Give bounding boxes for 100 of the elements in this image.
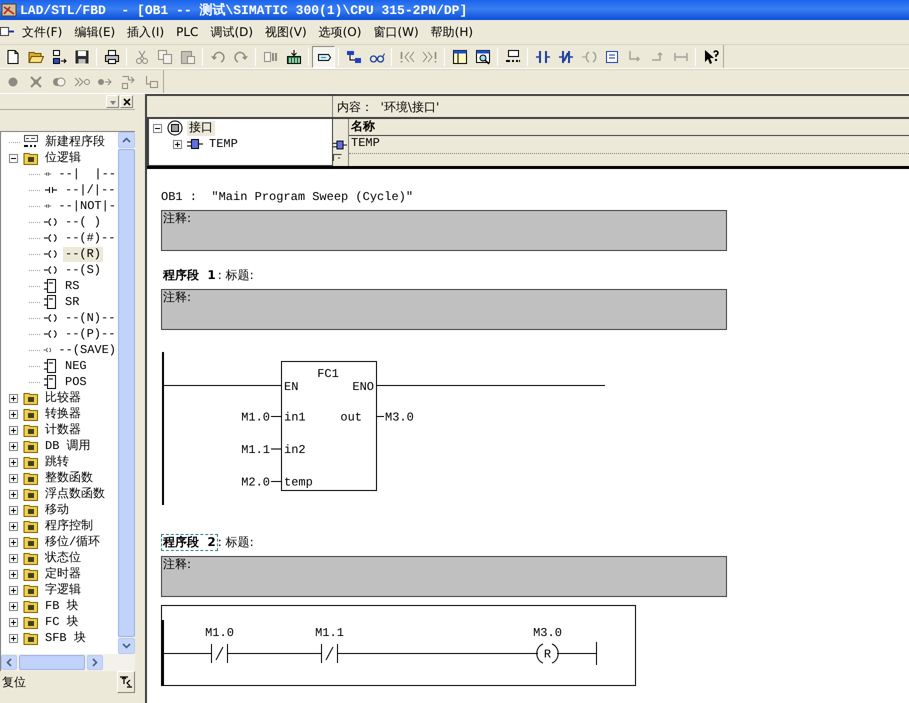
menu-item[interactable]: 窗口(W): [367, 22, 425, 42]
menu-item[interactable]: 调试(D): [204, 22, 260, 42]
expand-toggle-icon[interactable]: [9, 554, 18, 562]
operand-label: M1.1: [241, 443, 270, 457]
tree-item[interactable]: 整数函数: [43, 470, 95, 486]
tree-item[interactable]: 计数器: [43, 422, 83, 438]
menu-item[interactable]: PLC: [170, 22, 204, 42]
dropdown-button[interactable]: [106, 95, 119, 108]
clear-breakpoints-icon: [28, 74, 44, 90]
tree-item[interactable]: 接口: [187, 120, 215, 136]
network-label[interactable]: 程序段 1: [161, 266, 218, 284]
operand-label: M3.0: [385, 410, 414, 424]
tree-item[interactable]: FC 块: [43, 614, 81, 630]
scroll-up-button[interactable]: [118, 132, 135, 148]
expand-toggle-icon[interactable]: [9, 394, 18, 402]
tree-item[interactable]: DB 调用: [43, 438, 93, 454]
interface-icon: [167, 120, 183, 136]
tree-item[interactable]: TEMP: [207, 136, 240, 152]
folder-icon: [23, 566, 39, 582]
expand-toggle-icon[interactable]: [9, 618, 18, 626]
expand-toggle-icon[interactable]: [9, 506, 18, 514]
return-button[interactable]: [117, 671, 135, 693]
comment-field[interactable]: 注释:: [161, 289, 727, 330]
tree-item[interactable]: --( ): [63, 214, 104, 230]
function-box-icon: [43, 278, 59, 294]
comment-field[interactable]: 注释:: [161, 210, 727, 251]
tree-item[interactable]: 新建程序段: [43, 134, 107, 150]
expand-toggle-icon[interactable]: [9, 442, 18, 450]
expand-toggle-icon[interactable]: [9, 634, 18, 642]
close-button[interactable]: [120, 95, 133, 108]
tree-item[interactable]: --| |--: [56, 166, 118, 182]
comment-field[interactable]: 注释:: [161, 556, 727, 597]
coil-label: R: [544, 648, 552, 662]
expand-toggle-icon[interactable]: [9, 474, 18, 482]
menu-item[interactable]: 文件(F): [16, 22, 68, 42]
scrollbar-thumb[interactable]: [19, 655, 85, 670]
tree-item[interactable]: 转换器: [43, 406, 83, 422]
tree-item[interactable]: 程序控制: [43, 518, 95, 534]
table-cell[interactable]: TEMP: [349, 136, 909, 154]
scroll-left-button[interactable]: [1, 655, 17, 670]
coil-icon: [580, 48, 596, 64]
tree-item[interactable]: 位逻辑: [43, 150, 83, 166]
folder-icon: [23, 630, 39, 646]
scroll-down-button[interactable]: [118, 638, 135, 654]
tree-item[interactable]: --|NOT|-: [56, 198, 118, 214]
folder-icon: [23, 438, 39, 454]
folder-icon: [23, 614, 39, 630]
network-nodes-icon: [50, 48, 66, 64]
normally-closed-contact[interactable]: [211, 644, 228, 664]
tree-item[interactable]: --(#)--: [63, 230, 118, 246]
content-path: 内容： '环境\接口': [336, 99, 440, 116]
operand-label: M1.0: [241, 410, 270, 424]
expand-toggle-icon[interactable]: [9, 458, 18, 466]
tree-item[interactable]: --(S): [63, 262, 104, 278]
expand-toggle-icon[interactable]: [153, 124, 162, 132]
scroll-right-button[interactable]: [87, 655, 103, 670]
tree-item[interactable]: --(N)--: [63, 310, 118, 326]
expand-toggle-icon[interactable]: [9, 490, 18, 498]
help-cursor-icon: [702, 48, 718, 64]
folder-icon: [23, 150, 39, 166]
expand-toggle-icon[interactable]: [9, 538, 18, 546]
menu-item[interactable]: 帮助(H): [424, 22, 480, 42]
expand-toggle-icon[interactable]: [9, 570, 18, 578]
expand-toggle-icon[interactable]: [9, 426, 18, 434]
tree-item[interactable]: 定时器: [43, 566, 83, 582]
tree-item[interactable]: SFB 块: [43, 630, 88, 646]
tree-item[interactable]: --(R): [63, 246, 104, 262]
normally-closed-contact[interactable]: [321, 644, 338, 664]
display-button[interactable]: [312, 46, 335, 68]
tree-item[interactable]: 状态位: [43, 550, 83, 566]
expand-toggle-icon[interactable]: [9, 602, 18, 610]
expand-toggle-icon[interactable]: [9, 410, 18, 418]
folder-icon: [23, 582, 39, 598]
coil[interactable]: [536, 644, 559, 664]
tree-item[interactable]: 字逻辑: [43, 582, 83, 598]
tree-item[interactable]: RS: [63, 278, 82, 294]
tree-item[interactable]: NEG: [63, 358, 89, 374]
menu-item[interactable]: 视图(V): [259, 22, 313, 42]
tree-item[interactable]: 比较器: [43, 390, 83, 406]
tree-item[interactable]: 浮点数函数: [43, 486, 107, 502]
menu-item[interactable]: 选项(O): [312, 22, 368, 42]
tree-item[interactable]: 移动: [43, 502, 71, 518]
menu-item[interactable]: 编辑(E): [68, 22, 122, 42]
tree-item[interactable]: --(SAVE): [56, 342, 118, 358]
scrollbar-thumb[interactable]: [118, 149, 135, 637]
expand-toggle-icon[interactable]: [173, 140, 182, 148]
expand-toggle-icon[interactable]: [9, 154, 18, 162]
expand-toggle-icon[interactable]: [9, 522, 18, 530]
network-label[interactable]: 程序段 2: [161, 534, 218, 550]
tree-item[interactable]: 移位/循环: [43, 534, 102, 550]
function-block[interactable]: [281, 361, 377, 491]
folder-icon: [23, 406, 39, 422]
tree-item[interactable]: --(P)--: [63, 326, 118, 342]
expand-toggle-icon[interactable]: [9, 586, 18, 594]
tree-item[interactable]: POS: [63, 374, 89, 390]
tree-item[interactable]: FB 块: [43, 598, 81, 614]
tree-item[interactable]: 跳转: [43, 454, 71, 470]
tree-item[interactable]: --|/|--: [63, 182, 118, 198]
menu-item[interactable]: 插入(I): [121, 22, 170, 42]
tree-item[interactable]: SR: [63, 294, 82, 310]
